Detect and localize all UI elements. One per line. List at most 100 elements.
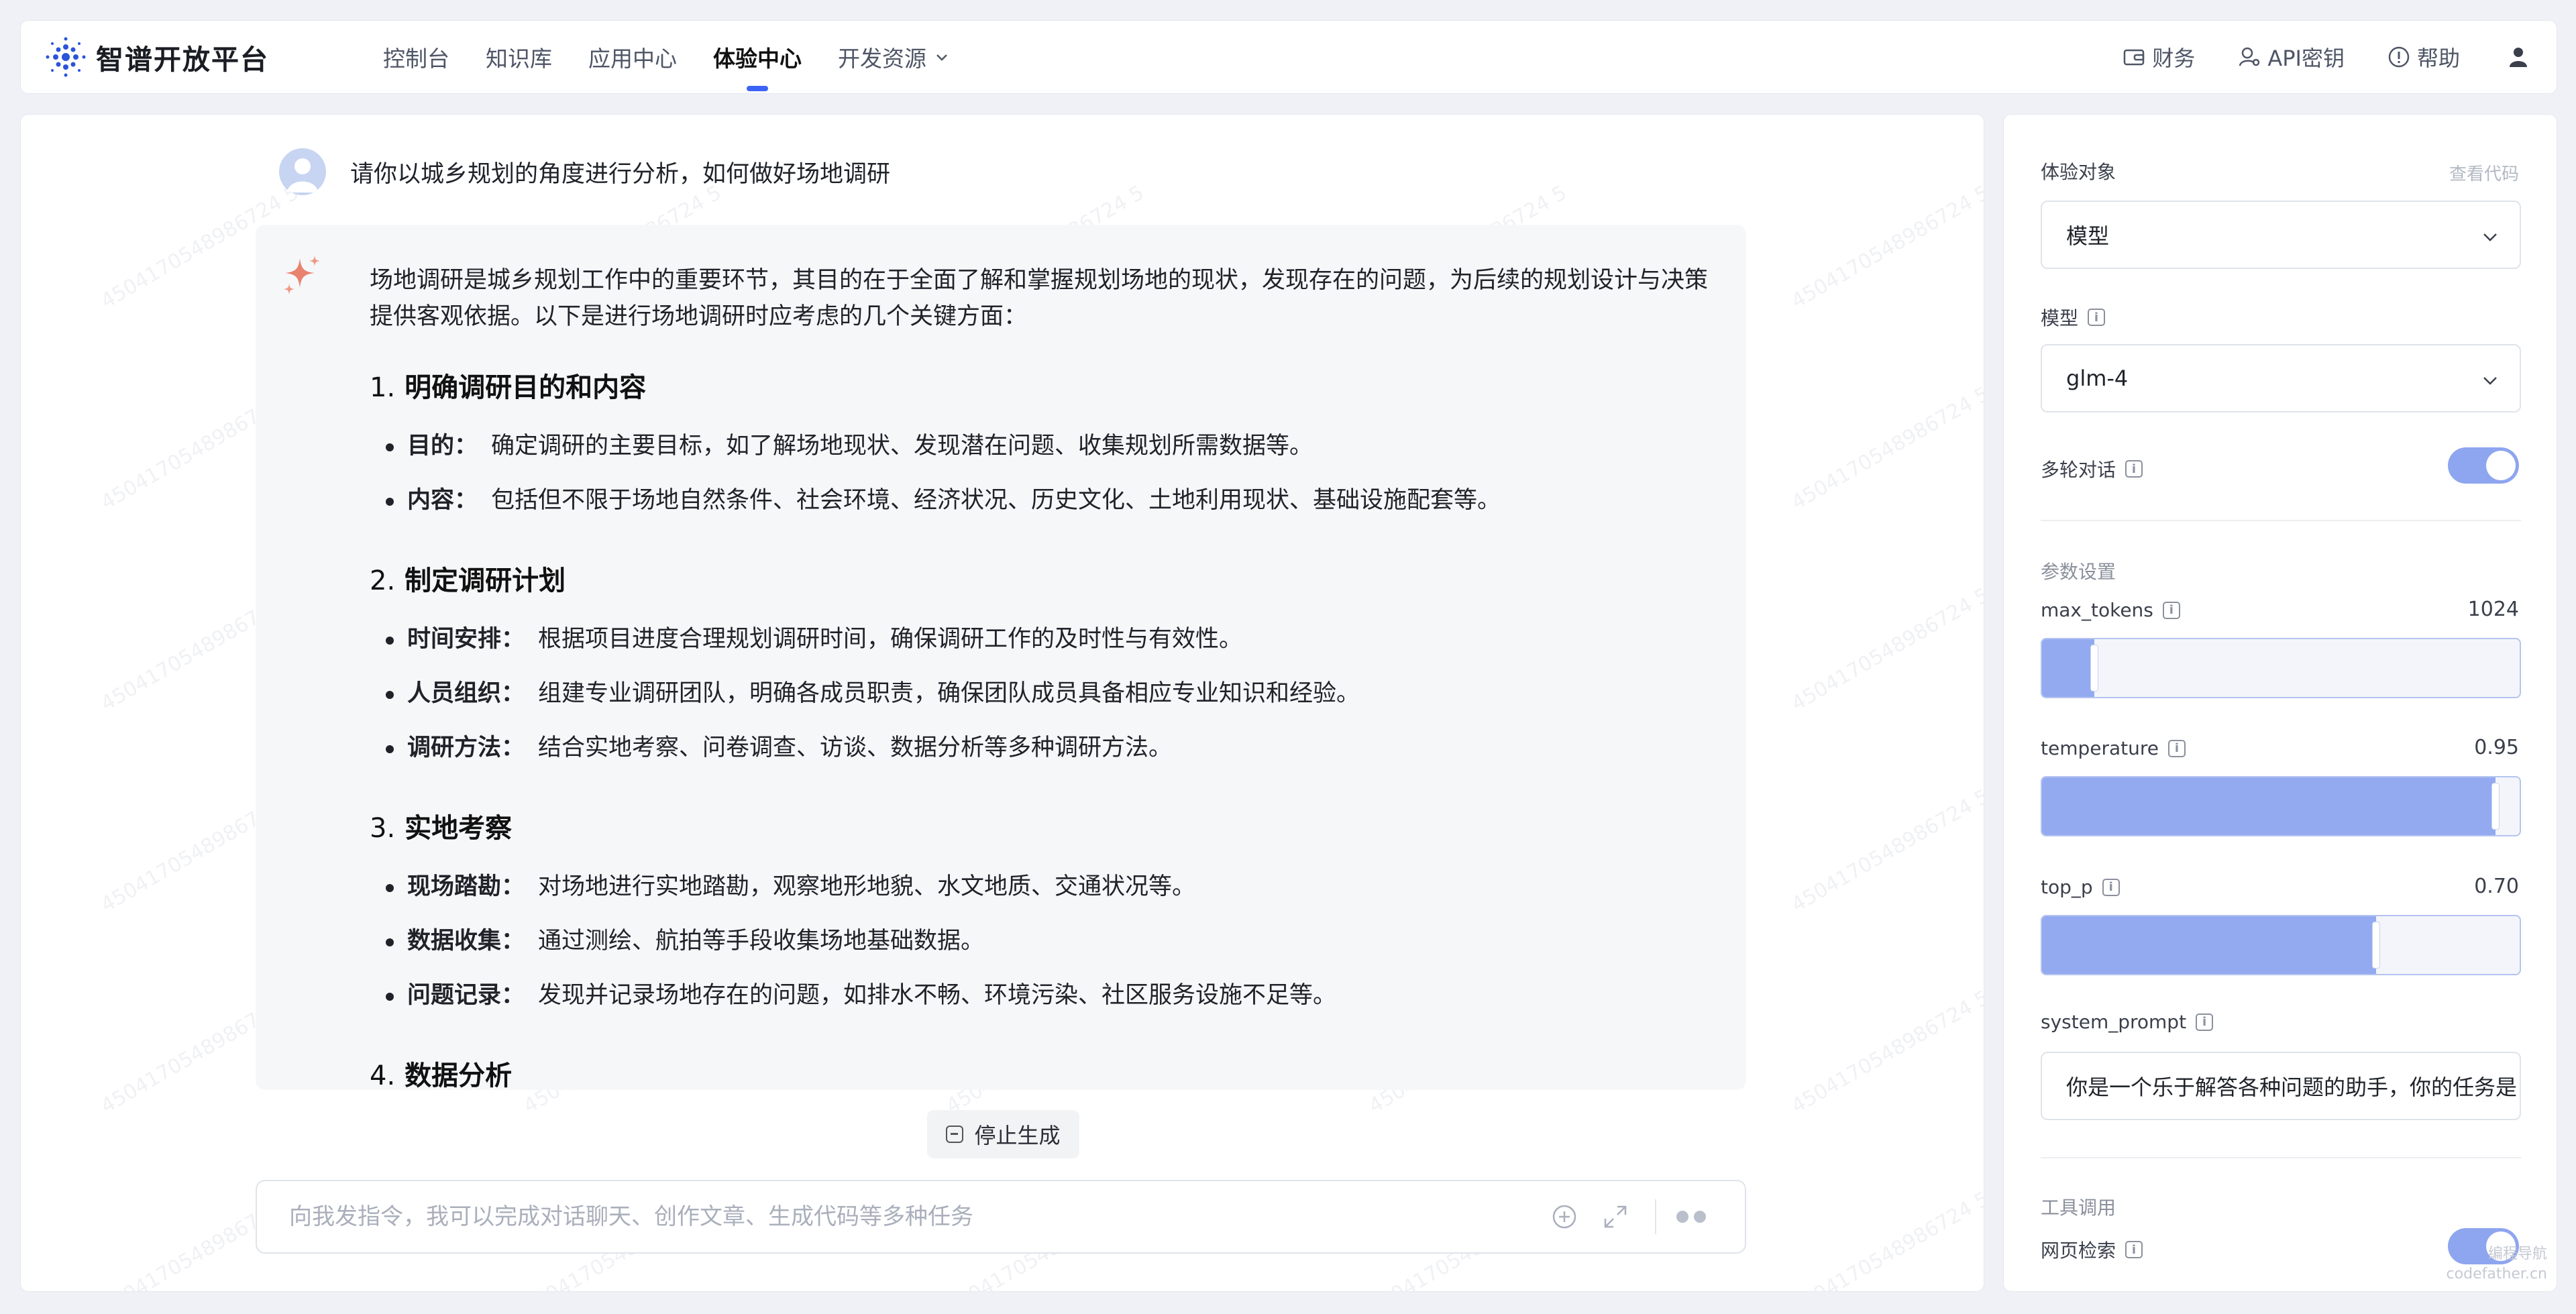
- params-label: 参数设置: [2041, 557, 2116, 584]
- view-code-link[interactable]: 查看代码: [2449, 160, 2519, 185]
- item-text: 包括但不限于场地自然条件、社会环境、经济状况、历史文化、土地利用现状、基础设施配…: [491, 487, 1501, 514]
- main-nav: 控制台 知识库 应用中心 体验中心 开发资源: [383, 20, 985, 94]
- key-user-icon: [2239, 47, 2260, 66]
- item-key: 现场踏勘：: [407, 873, 525, 900]
- message-composer: [256, 1180, 1746, 1254]
- finance-link[interactable]: 财务: [2121, 42, 2195, 72]
- nav-knowledge-base[interactable]: 知识库: [486, 20, 552, 94]
- tools-label: 工具调用: [2041, 1193, 2116, 1220]
- send-loading-icon[interactable]: [1676, 1211, 1711, 1223]
- brand-logo[interactable]: 智谱开放平台: [42, 34, 311, 80]
- item-key: 人员组织：: [407, 680, 525, 707]
- temperature-label: temperature i: [2041, 737, 2186, 759]
- user-message-text: 请你以城乡规划的角度进行分析，如何做好场地调研: [350, 160, 891, 188]
- item-text: 确定调研的主要目标，如了解场地现状、发现潜在问题、收集规划所需数据等。: [491, 433, 1313, 459]
- top-navbar: 智谱开放平台 控制台 知识库 应用中心 体验中心 开发资源 财务 API密钥 帮…: [20, 20, 2557, 94]
- web-search-label: 网页检索 i: [2041, 1236, 2143, 1263]
- max-tokens-value: 1024: [2467, 598, 2519, 621]
- expand-icon[interactable]: [1601, 1203, 1629, 1231]
- item-text: 通过测绘、航拍等手段收集场地基础数据。: [538, 928, 985, 954]
- answer-body: 场地调研是城乡规划工作中的重要环节，其目的在于全面了解和掌握规划场地的现状，发现…: [370, 262, 1711, 1090]
- item-text: 结合实地考察、问卷调查、访谈、数据分析等多种调研方法。: [538, 734, 1173, 761]
- item-key: 时间安排：: [407, 626, 525, 653]
- multi-turn-toggle[interactable]: [2448, 447, 2519, 484]
- item-text: 组建专业调研团队，明确各成员职责，确保团队成员具备相应专业知识和经验。: [538, 680, 1360, 707]
- model-select[interactable]: glm-4: [2041, 344, 2521, 413]
- info-icon[interactable]: i: [2125, 1241, 2143, 1258]
- assistant-answer: 场地调研是城乡规划工作中的重要环节，其目的在于全面了解和掌握规划场地的现状，发现…: [256, 225, 1746, 1090]
- user-account-icon[interactable]: [2507, 46, 2530, 68]
- section-title-text: 实地考察: [405, 813, 513, 844]
- nav-label: 应用中心: [588, 46, 677, 72]
- model-label: 模型 i: [2041, 304, 2106, 331]
- top-p-slider[interactable]: [2041, 915, 2521, 975]
- bullet-list: 目的： 确定调研的主要目标，如了解场地现状、发现潜在问题、收集规划所需数据等。 内…: [370, 419, 1711, 528]
- target-label: 体验对象: [2041, 158, 2116, 184]
- section-title-text: 数据分析: [405, 1060, 513, 1090]
- target-select[interactable]: 模型: [2041, 201, 2521, 269]
- finance-label: 财务: [2152, 46, 2196, 71]
- section-number: 3.: [370, 813, 396, 844]
- chevron-down-icon: [936, 54, 947, 61]
- list-item: 人员组织： 组建专业调研团队，明确各成员职责，确保团队成员具备相应专业知识和经验。: [370, 667, 1711, 721]
- list-item: 内容： 包括但不限于场地自然条件、社会环境、经济状况、历史文化、土地利用现状、基础…: [370, 474, 1711, 528]
- watermark-text: 4504170548986724 5: [1787, 382, 1984, 515]
- model-select-value: glm-4: [2066, 366, 2129, 391]
- stop-generation-button[interactable]: 停止生成: [927, 1110, 1079, 1158]
- composer-divider: [1655, 1199, 1656, 1234]
- nav-label: 知识库: [486, 46, 552, 72]
- item-key: 调研方法：: [407, 734, 525, 761]
- nav-app-center[interactable]: 应用中心: [588, 20, 677, 94]
- item-key: 内容：: [407, 487, 478, 514]
- watermark-text: 4504170548986724 5: [1787, 583, 1984, 716]
- info-icon[interactable]: i: [2196, 1013, 2214, 1031]
- section-title-text: 明确调研目的和内容: [405, 372, 647, 403]
- watermark-text: 4504170548986724 5: [1787, 784, 1984, 918]
- watermark-text: 4504170548986724 5: [1787, 180, 1984, 314]
- sparkle-icon: [284, 256, 320, 294]
- slider-thumb[interactable]: [2090, 645, 2098, 692]
- brand-name: 智谱开放平台: [96, 44, 269, 76]
- info-icon[interactable]: i: [2125, 460, 2143, 478]
- help-link[interactable]: 帮助: [2386, 42, 2460, 72]
- slider-thumb[interactable]: [2491, 783, 2500, 830]
- item-key: 问题记录：: [407, 982, 525, 1009]
- info-icon[interactable]: i: [2088, 309, 2106, 326]
- help-circle-icon: [2388, 46, 2410, 68]
- slider-fill: [2042, 916, 2376, 974]
- user-avatar: [279, 148, 326, 195]
- api-key-link[interactable]: API密钥: [2237, 42, 2345, 72]
- item-text: 根据项目进度合理规划调研时间，确保调研工作的及时性与有效性。: [538, 626, 1243, 653]
- prompt-input[interactable]: [257, 1181, 1527, 1252]
- system-prompt-input[interactable]: 你是一个乐于解答各种问题的助手，你的任务是: [2041, 1052, 2521, 1120]
- max-tokens-slider[interactable]: [2041, 638, 2521, 698]
- bullet-list: 时间安排： 根据项目进度合理规划调研时间，确保调研工作的及时性与有效性。 人员组织…: [370, 612, 1711, 775]
- temperature-slider[interactable]: [2041, 776, 2521, 836]
- list-item: 时间安排： 根据项目进度合理规划调研时间，确保调研工作的及时性与有效性。: [370, 612, 1711, 667]
- section-title: 2. 制定调研计划: [370, 559, 1711, 598]
- nav-console[interactable]: 控制台: [383, 20, 449, 94]
- slider-fill: [2042, 777, 2496, 835]
- wallet-icon: [2124, 49, 2145, 66]
- tools-label-text: 工具调用: [2041, 1197, 2116, 1219]
- multi-turn-label-text: 多轮对话: [2041, 459, 2116, 481]
- info-icon[interactable]: i: [2162, 601, 2180, 619]
- item-key: 目的：: [407, 433, 478, 459]
- section-title-text: 制定调研计划: [405, 565, 566, 596]
- nav-label: 体验中心: [713, 46, 802, 72]
- slider-thumb[interactable]: [2372, 922, 2380, 969]
- nav-experience-center[interactable]: 体验中心: [713, 20, 802, 94]
- nav-dev-resources[interactable]: 开发资源: [838, 20, 949, 94]
- answer-intro: 场地调研是城乡规划工作中的重要环节，其目的在于全面了解和掌握规划场地的现状，发现…: [370, 267, 1709, 330]
- top-p-label: top_p i: [2041, 876, 2120, 898]
- corner-watermark: 编程导航 codefather.cn: [2447, 1244, 2547, 1284]
- temperature-label-text: temperature: [2041, 737, 2159, 759]
- help-label: 帮助: [2416, 46, 2460, 71]
- add-circle-icon[interactable]: [1550, 1203, 1578, 1231]
- info-icon[interactable]: i: [2168, 739, 2186, 757]
- temperature-value: 0.95: [2474, 736, 2519, 759]
- info-icon[interactable]: i: [2102, 878, 2120, 896]
- model-label-text: 模型: [2041, 307, 2079, 329]
- bullet-list: 现场踏勘： 对场地进行实地踏勘，观察地形地貌、水文地质、交通状况等。 数据收集： 通…: [370, 860, 1711, 1023]
- corner-watermark-line: 编程导航: [2487, 1246, 2547, 1262]
